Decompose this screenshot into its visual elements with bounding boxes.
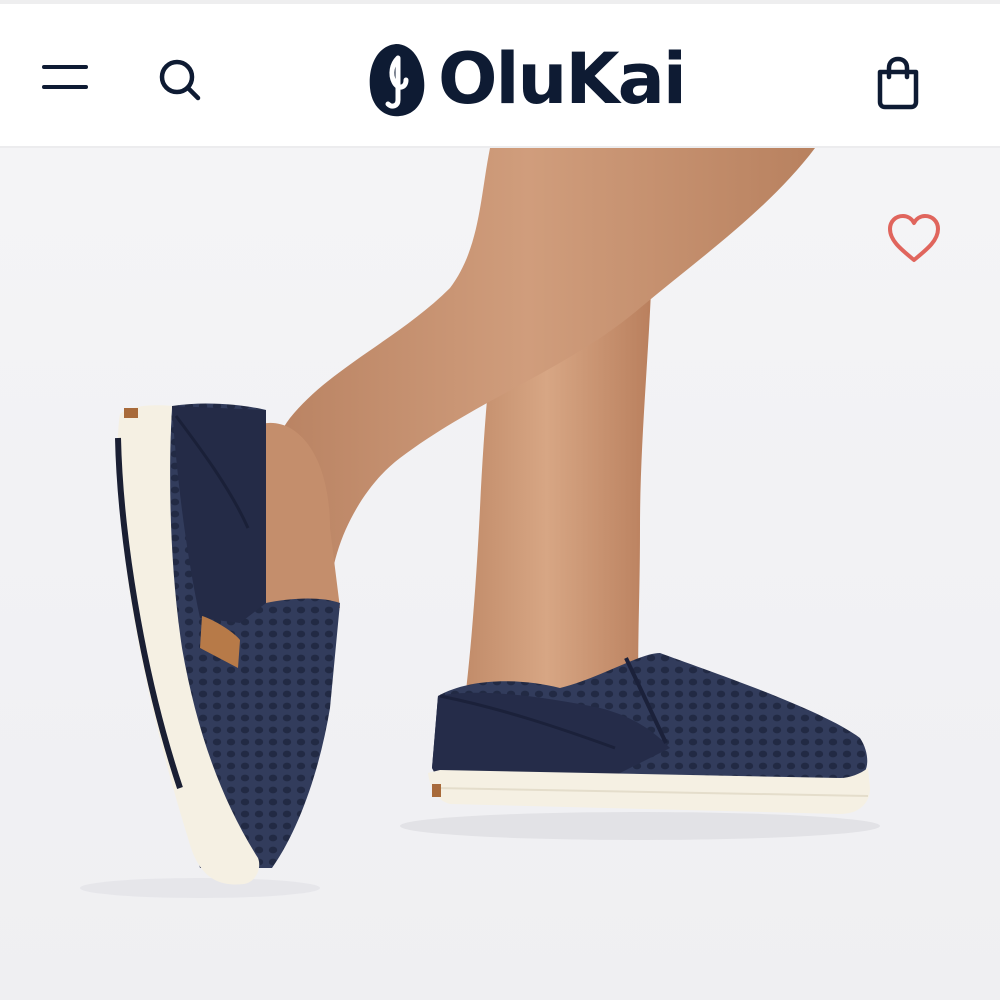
favorite-button[interactable] [882,208,946,268]
brand-name: OluKai [438,38,687,120]
cart-button[interactable] [866,50,930,114]
product-photo-slip-on-sneakers [0,148,1000,1000]
brand-logo[interactable]: OluKai [362,34,722,124]
search-button[interactable] [146,48,212,114]
menu-button[interactable] [30,48,100,110]
heart-outline-icon [888,214,940,262]
search-icon [159,59,201,101]
site-header: OluKai [0,0,1000,148]
shopping-bag-icon [877,56,919,110]
product-image[interactable] [0,148,1000,1000]
olukai-hook-logo-icon [369,44,425,117]
